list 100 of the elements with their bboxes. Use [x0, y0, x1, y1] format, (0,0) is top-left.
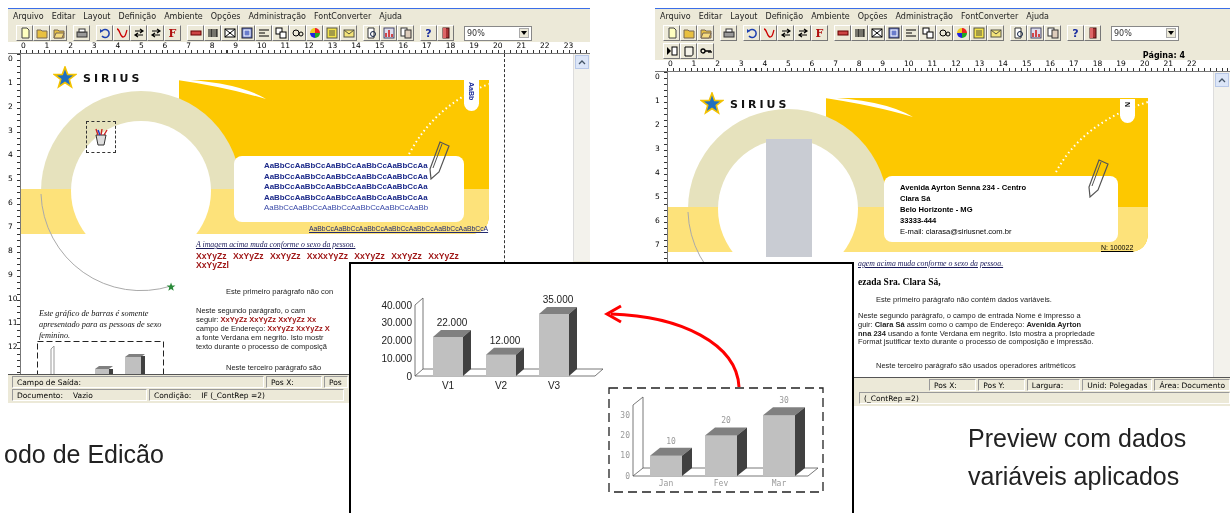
page-label: Página: 4 — [1142, 51, 1185, 60]
toolbar-button[interactable] — [73, 25, 90, 41]
swap-icon — [779, 27, 792, 39]
key-icon — [699, 45, 712, 57]
menu-item[interactable]: FontConverter — [312, 12, 373, 21]
toolbar-button[interactable] — [697, 43, 714, 59]
door-icon — [1086, 27, 1099, 39]
logo-text: SIRIUS — [730, 98, 790, 111]
menu-item[interactable]: FontConverter — [959, 12, 1020, 21]
barcode-icon — [206, 27, 219, 39]
toolbar-button[interactable] — [397, 25, 414, 41]
menu-item[interactable]: Opções — [209, 12, 242, 21]
circles-icon — [291, 27, 304, 39]
menu-item[interactable]: Definição — [117, 12, 158, 21]
caption: odo de Edicão — [4, 439, 165, 470]
bar — [486, 354, 516, 376]
toolbar-button[interactable] — [777, 25, 794, 41]
toolbar-button[interactable] — [720, 25, 737, 41]
menu-item[interactable]: Ambiente — [810, 12, 851, 21]
category-label: Mar — [771, 479, 787, 488]
caret-icon — [1166, 28, 1176, 38]
pencil-icon — [1088, 159, 1109, 198]
zoom-dropdown[interactable]: 90% — [1111, 25, 1179, 41]
bar — [763, 415, 795, 476]
toolbar-button[interactable] — [221, 25, 238, 41]
zoom-dropdown[interactable]: 90% — [464, 25, 532, 41]
help-button[interactable]: ? — [420, 25, 437, 41]
toolbar-button[interactable] — [1044, 25, 1061, 41]
menu-item[interactable]: Definição — [764, 12, 805, 21]
caption: Preview com dados variáveis aplicados — [968, 423, 1188, 492]
grid-icon — [887, 27, 900, 39]
chart-icon — [382, 27, 395, 39]
circles-icon — [938, 27, 951, 39]
axis-tick-label: 40.000 — [381, 299, 412, 311]
printer-icon — [722, 27, 735, 39]
menu-item[interactable]: Editar — [697, 12, 724, 21]
menu-item[interactable]: Ajuda — [378, 12, 403, 21]
font-button[interactable]: F — [164, 25, 181, 41]
variable-text: XxYyZz XxYyZz XxYyZz XxXxYyZz XxYyZz XxYyZz XxYyZz — [196, 251, 459, 261]
category-label: Jan — [658, 479, 674, 488]
color-wheel-icon — [955, 27, 968, 39]
toolbar-button[interactable] — [363, 25, 380, 41]
printer-icon — [75, 27, 88, 39]
grid-icon — [240, 27, 253, 39]
toolbar-button[interactable] — [851, 25, 868, 41]
toolbar-button[interactable] — [885, 25, 902, 41]
menu-item[interactable]: Editar — [50, 12, 77, 21]
bar — [539, 313, 569, 376]
menu-item[interactable]: Administração — [894, 12, 954, 21]
envelope-icon — [342, 27, 355, 39]
crossed-box-icon — [870, 27, 883, 39]
swap-icon — [149, 27, 162, 39]
menu-item[interactable]: Opções — [856, 12, 889, 21]
value-label: 12.000 — [489, 334, 521, 346]
chart-note: Este gráfico de barras é somente apresentado para as pessoas de sexo feminino. — [39, 308, 163, 341]
menu-item[interactable]: Ambiente — [163, 12, 204, 21]
toolbar-button[interactable] — [437, 25, 454, 41]
bar — [433, 336, 463, 376]
menu-item[interactable]: Arquivo — [12, 12, 45, 21]
value-label: 22.000 — [436, 316, 468, 328]
toolbar-button[interactable] — [272, 25, 289, 41]
toolbar-button[interactable] — [953, 25, 970, 41]
toolbar-button[interactable] — [936, 25, 953, 41]
variable-text: XxYyZzl — [196, 260, 229, 270]
toolbar-button[interactable] — [204, 25, 221, 41]
toolbar-button[interactable] — [187, 25, 204, 41]
axis-tick-label: 0 — [406, 370, 412, 382]
menu-item[interactable]: Ajuda — [1025, 12, 1050, 21]
scroll-up-button[interactable] — [575, 55, 589, 69]
toolbar-button[interactable] — [306, 25, 323, 41]
toolbar-button[interactable] — [868, 25, 885, 41]
envelope-icon — [989, 27, 1002, 39]
font-button[interactable]: F — [811, 25, 828, 41]
toolbar-button[interactable] — [130, 25, 147, 41]
caret-icon — [1218, 77, 1226, 83]
scroll-up-button[interactable] — [1215, 73, 1229, 87]
toolbar-button[interactable] — [147, 25, 164, 41]
folder-icon — [682, 27, 695, 39]
axis-tick-label: 10.000 — [381, 352, 412, 364]
folder-icon — [52, 27, 65, 39]
menu-item[interactable]: Layout — [729, 12, 759, 21]
toolbar-button[interactable] — [96, 25, 113, 41]
category-label: Fev — [713, 479, 729, 488]
menu-item[interactable]: Layout — [82, 12, 112, 21]
toolbar-button[interactable] — [1084, 25, 1101, 41]
star-logo-icon — [53, 66, 77, 90]
toolbar-button[interactable] — [663, 43, 680, 59]
toolbar-button[interactable] — [1010, 25, 1027, 41]
toolbar-button[interactable] — [289, 25, 306, 41]
value-label: 35.000 — [542, 293, 574, 305]
toolbar-button[interactable] — [794, 25, 811, 41]
toolbar-button[interactable] — [743, 25, 760, 41]
bar — [650, 455, 682, 476]
page-icon — [18, 27, 31, 39]
help-button[interactable]: ? — [1067, 25, 1084, 41]
toolbar-button[interactable] — [919, 25, 936, 41]
menu-item[interactable]: Administração — [247, 12, 307, 21]
toolbar-button[interactable] — [238, 25, 255, 41]
toolbar-button[interactable] — [834, 25, 851, 41]
menu-item[interactable]: Arquivo — [659, 12, 692, 21]
